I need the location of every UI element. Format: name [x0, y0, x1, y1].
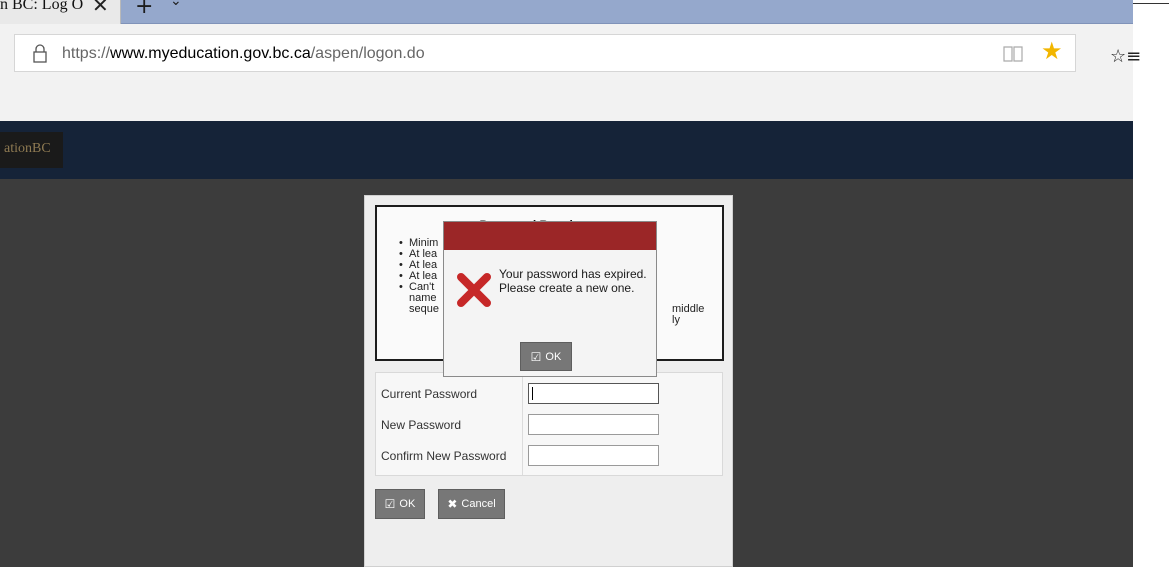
address-bar-region: https://www.myeducation.gov.bc.ca/aspen/…: [0, 24, 1141, 121]
error-x-icon: [457, 273, 491, 307]
browser-tab[interactable]: n BC: Log O ✕: [0, 0, 121, 24]
site-logo[interactable]: ationBC: [0, 132, 63, 168]
favorites-hub-icon[interactable]: ☆≡: [1110, 46, 1141, 67]
reading-view-icon[interactable]: [1003, 45, 1023, 63]
password-expired-dialog: Your password has expired. Please create…: [443, 221, 657, 377]
dialog-message: Your password has expired. Please create…: [499, 267, 647, 295]
site-header: ationBC: [0, 121, 1133, 179]
password-form: Current Password New Password Confirm Ne…: [375, 372, 723, 476]
star-icon[interactable]: ★: [1041, 37, 1063, 65]
dialog-ok-label: OK: [545, 350, 562, 363]
check-square-icon: ☑: [384, 497, 396, 511]
url-text[interactable]: https://www.myeducation.gov.bc.ca/aspen/…: [62, 45, 425, 63]
new-tab-icon[interactable]: +: [135, 0, 153, 19]
tab-strip: n BC: Log O ✕ + ⌄: [0, 0, 1133, 24]
url-scheme: https://: [62, 45, 111, 62]
check-square-icon: ☑: [530, 349, 542, 364]
lock-icon[interactable]: [33, 43, 47, 63]
site-logo-text: ationBC: [4, 141, 51, 156]
new-password-input[interactable]: [528, 414, 659, 435]
current-password-label: Current Password: [381, 387, 478, 401]
ok-button-label: OK: [399, 498, 416, 510]
current-password-input[interactable]: [528, 383, 659, 404]
confirm-new-password-input[interactable]: [528, 445, 659, 466]
address-bar[interactable]: https://www.myeducation.gov.bc.ca/aspen/…: [14, 34, 1076, 72]
divider: [1133, 3, 1169, 4]
requirement-fragment: ly: [672, 314, 680, 326]
new-password-label: New Password: [381, 418, 462, 432]
url-domain: www.myeducation.gov.bc.ca: [110, 45, 311, 62]
dialog-header[interactable]: [444, 222, 656, 250]
tab-list-dropdown-icon[interactable]: ⌄: [170, 0, 182, 9]
cancel-button[interactable]: ✖ Cancel: [438, 489, 505, 519]
url-path: /aspen/logon.do: [310, 45, 425, 62]
cancel-button-label: Cancel: [461, 498, 496, 510]
dialog-ok-button[interactable]: ☑ OK: [520, 342, 572, 371]
divider: [522, 373, 523, 475]
confirm-new-password-label: Confirm New Password: [381, 449, 507, 463]
ok-button[interactable]: ☑ OK: [375, 489, 425, 519]
text-caret: [532, 387, 533, 400]
close-icon: ✖: [447, 497, 458, 511]
tab-title: n BC: Log O: [0, 0, 84, 13]
close-tab-icon[interactable]: ✕: [92, 0, 109, 17]
